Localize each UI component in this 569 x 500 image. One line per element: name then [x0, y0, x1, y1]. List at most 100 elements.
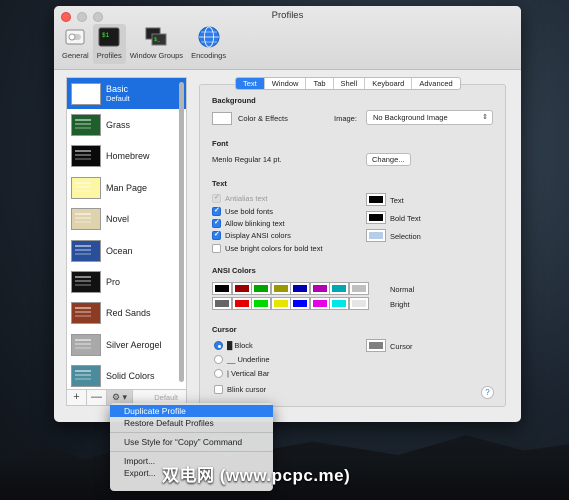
ansi-normal-color-well[interactable]	[212, 282, 232, 295]
cursor-underline-radio[interactable]	[214, 355, 223, 364]
ansi-color-fill	[215, 300, 229, 307]
menu-item-duplicate-profile[interactable]: Duplicate Profile	[110, 405, 273, 417]
background-color-well[interactable]	[212, 112, 232, 125]
profile-list-scrollbar[interactable]	[179, 82, 184, 382]
background-heading: Background	[212, 96, 256, 105]
help-button[interactable]: ?	[481, 386, 494, 399]
cursor-block-radio[interactable]	[214, 341, 223, 350]
toolbar-general[interactable]: General	[58, 24, 93, 64]
tab-tab[interactable]: Tab	[306, 78, 334, 89]
add-profile-button[interactable]: +	[67, 390, 87, 405]
background-image-select[interactable]: No Background Image ⇕	[366, 110, 493, 125]
bold-fonts-checkbox[interactable]	[212, 206, 221, 216]
ansi-bright-color-well[interactable]	[309, 297, 330, 310]
desktop-mountains	[0, 435, 569, 500]
svg-text:$1: $1	[102, 32, 110, 39]
ansi-normal-color-well[interactable]	[270, 282, 291, 295]
switch-icon	[65, 29, 85, 45]
profile-item[interactable]: Man Page	[67, 172, 186, 203]
tab-text[interactable]: Text	[236, 78, 265, 89]
ansi-colors-label: Display ANSI colors	[225, 231, 291, 240]
ansi-bright-color-well[interactable]	[231, 297, 252, 310]
profile-thumbnail	[71, 82, 101, 105]
profile-thumbnail	[71, 365, 101, 388]
ansi-bright-color-well[interactable]	[212, 297, 232, 310]
ansi-color-fill	[215, 285, 229, 292]
profile-item[interactable]: Solid Colors	[67, 361, 186, 391]
cursor-vertical-bar-radio[interactable]	[214, 369, 223, 378]
profile-thumbnail	[71, 302, 101, 325]
bright-bold-label: Use bright colors for bold text	[225, 244, 323, 253]
ansi-color-fill	[254, 285, 268, 292]
blink-cursor-checkbox[interactable]	[214, 385, 223, 394]
blinking-text-checkbox[interactable]	[212, 218, 221, 228]
background-image-value: No Background Image	[373, 113, 448, 122]
profile-item[interactable]: Novel	[67, 204, 186, 235]
cursor-color-label: Cursor	[390, 342, 413, 351]
ansi-normal-color-well[interactable]	[348, 282, 369, 295]
profile-text: Red Sands	[106, 308, 151, 318]
ansi-normal-color-well[interactable]	[329, 282, 349, 295]
ansi-color-fill	[254, 300, 268, 307]
tab-shell[interactable]: Shell	[334, 78, 366, 89]
profile-item[interactable]: Grass	[67, 109, 186, 140]
profile-text: Basic Default	[106, 84, 130, 103]
ansi-bright-color-well[interactable]	[348, 297, 369, 310]
profile-item[interactable]: Silver Aerogel	[67, 329, 186, 360]
change-font-button[interactable]: Change...	[366, 153, 411, 166]
color-effects-label: Color & Effects	[238, 114, 288, 123]
toolbar-window-groups[interactable]: $_ Window Groups	[126, 24, 187, 64]
toolbar-profiles[interactable]: $1 Profiles	[92, 24, 126, 64]
text-color-well[interactable]	[366, 193, 386, 206]
profile-name: Ocean	[106, 245, 133, 256]
menu-separator	[110, 432, 273, 433]
bold-text-color-well[interactable]	[366, 211, 386, 224]
selection-color-fill	[369, 232, 383, 239]
ansi-normal-color-well[interactable]	[309, 282, 330, 295]
toolbar-encodings[interactable]: Encodings	[187, 24, 230, 64]
profile-text: Grass	[106, 120, 130, 130]
text-heading: Text	[212, 179, 227, 188]
ansi-normal-color-well[interactable]	[251, 282, 271, 295]
window-title: Profiles	[271, 10, 304, 21]
ansi-colors-checkbox[interactable]	[212, 230, 221, 240]
ansi-normal-color-well[interactable]	[290, 282, 310, 295]
profile-name: Solid Colors	[106, 371, 155, 382]
profile-text: Solid Colors	[106, 371, 155, 381]
ansi-heading: ANSI Colors	[212, 266, 256, 275]
profile-item[interactable]: Basic Default	[67, 78, 186, 110]
profile-list[interactable]: Basic Default Grass Homebrew Man Page Novel Oc…	[66, 77, 187, 392]
toolbar: General $1 Profiles $_ Window Groups Enc…	[58, 24, 230, 64]
profile-item[interactable]: Red Sands	[67, 298, 186, 329]
profile-item[interactable]: Homebrew	[67, 141, 186, 172]
profile-text: Homebrew	[106, 151, 150, 161]
antialias-checkbox[interactable]	[212, 193, 221, 203]
selection-color-well[interactable]	[366, 229, 386, 242]
ansi-color-fill	[234, 285, 249, 292]
window-groups-icon: $_	[145, 27, 167, 46]
ansi-color-fill	[273, 285, 288, 292]
profile-text: Ocean	[106, 246, 133, 256]
ansi-bright-color-well[interactable]	[251, 297, 271, 310]
menu-item-restore-defaults[interactable]: Restore Default Profiles	[110, 417, 273, 429]
bold-text-color-fill	[369, 214, 383, 221]
remove-profile-button[interactable]: —	[87, 390, 107, 405]
ansi-bright-color-well[interactable]	[290, 297, 310, 310]
bright-bold-checkbox[interactable]	[212, 244, 221, 253]
profile-item[interactable]: Ocean	[67, 235, 186, 266]
menu-item-use-style-copy[interactable]: Use Style for “Copy” Command	[110, 436, 273, 448]
tab-advanced[interactable]: Advanced	[412, 78, 459, 89]
tab-keyboard[interactable]: Keyboard	[365, 78, 413, 89]
ansi-bright-color-well[interactable]	[329, 297, 349, 310]
profile-thumbnail	[71, 208, 101, 231]
tab-window[interactable]: Window	[265, 78, 307, 89]
profile-thumbnail	[71, 239, 101, 262]
profile-name: Pro	[106, 277, 121, 288]
profile-thumbnail	[71, 271, 101, 294]
profile-thumbnail	[71, 114, 101, 137]
ansi-bright-color-well[interactable]	[270, 297, 291, 310]
profile-name: Red Sands	[106, 308, 151, 319]
cursor-color-well[interactable]	[366, 339, 386, 352]
ansi-normal-color-well[interactable]	[231, 282, 252, 295]
profile-item[interactable]: Pro	[67, 266, 186, 297]
